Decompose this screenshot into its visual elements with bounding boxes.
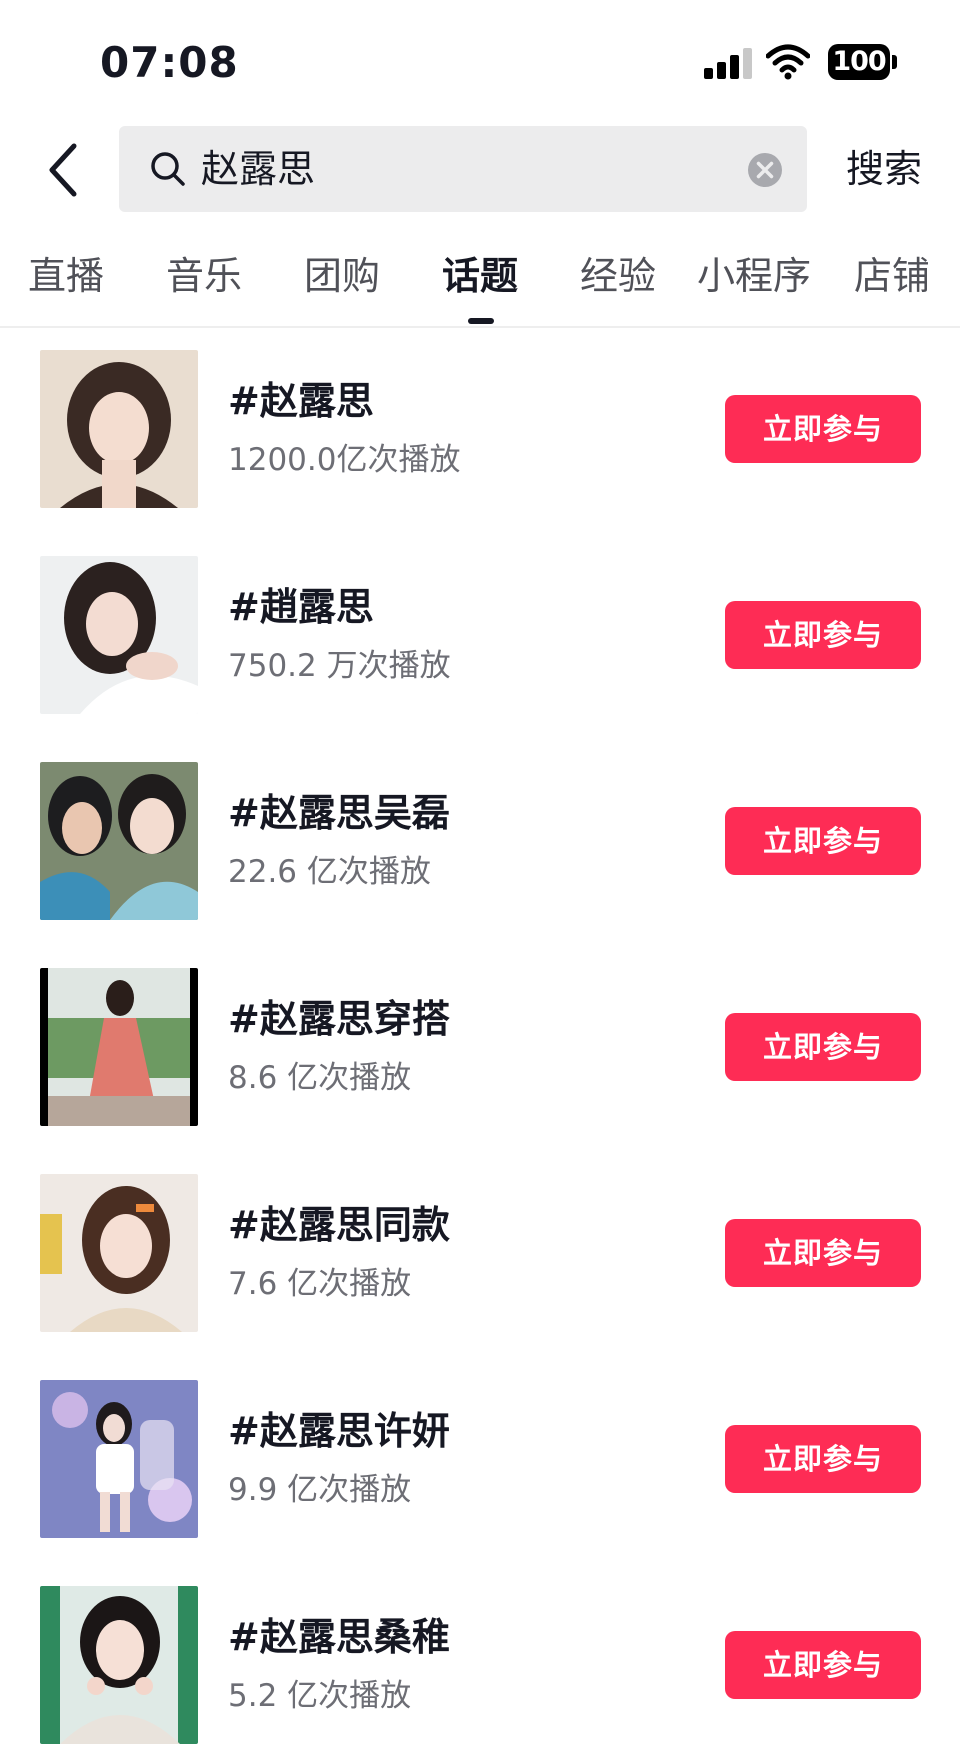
topic-play-count: 7.6 亿次播放	[228, 1266, 412, 1302]
divider	[0, 326, 960, 328]
topic-thumbnail[interactable]	[40, 762, 198, 920]
search-input[interactable]: 赵露思	[119, 126, 807, 212]
search-category-tabs: 直播 音乐 团购 话题 经验 小程序 店铺	[0, 252, 960, 328]
topic-row[interactable]: #赵露思许妍 9.9 亿次播放 立即参与	[0, 1380, 960, 1540]
topic-thumbnail[interactable]	[40, 1380, 198, 1538]
tab-experience[interactable]: 经验	[580, 252, 656, 300]
topic-title[interactable]: #趙露思	[228, 584, 374, 630]
search-query-text[interactable]: 赵露思	[201, 146, 315, 192]
topic-play-count: 9.9 亿次播放	[228, 1472, 412, 1508]
topic-title[interactable]: #赵露思同款	[228, 1202, 450, 1248]
join-topic-button[interactable]: 立即参与	[725, 1631, 921, 1699]
topic-thumbnail[interactable]	[40, 1586, 198, 1744]
join-topic-button[interactable]: 立即参与	[725, 1013, 921, 1081]
search-button[interactable]: 搜索	[846, 146, 922, 192]
join-topic-button[interactable]: 立即参与	[725, 395, 921, 463]
topic-title[interactable]: #赵露思桑稚	[228, 1614, 450, 1660]
join-topic-button[interactable]: 立即参与	[725, 601, 921, 669]
clear-icon[interactable]	[747, 152, 783, 188]
topic-row[interactable]: #赵露思吴磊 22.6 亿次播放 立即参与	[0, 762, 960, 922]
topic-title[interactable]: #赵露思穿搭	[228, 996, 450, 1042]
topic-row[interactable]: #赵露思同款 7.6 亿次播放 立即参与	[0, 1174, 960, 1334]
topic-play-count: 1200.0亿次播放	[228, 442, 461, 478]
active-tab-indicator	[468, 318, 494, 324]
join-topic-button[interactable]: 立即参与	[725, 1425, 921, 1493]
topic-row[interactable]: #赵露思穿搭 8.6 亿次播放 立即参与	[0, 968, 960, 1128]
battery-level: 100	[828, 44, 890, 80]
topic-row[interactable]: #赵露思 1200.0亿次播放 立即参与	[0, 350, 960, 510]
topic-title[interactable]: #赵露思许妍	[228, 1408, 450, 1454]
status-time: 07:08	[100, 38, 239, 87]
status-bar: 07:08 100	[0, 0, 960, 120]
topic-play-count: 5.2 亿次播放	[228, 1678, 412, 1714]
tab-stores[interactable]: 店铺	[854, 252, 930, 300]
topic-thumbnail[interactable]	[40, 968, 198, 1126]
topic-row[interactable]: #趙露思 750.2 万次播放 立即参与	[0, 556, 960, 716]
tab-group-buy[interactable]: 团购	[304, 252, 380, 300]
battery-icon: 100	[828, 44, 898, 82]
topic-thumbnail[interactable]	[40, 350, 198, 508]
tab-topics[interactable]: 话题	[442, 252, 518, 300]
topic-play-count: 750.2 万次播放	[228, 648, 451, 684]
topic-title[interactable]: #赵露思吴磊	[228, 790, 450, 836]
tab-music[interactable]: 音乐	[166, 252, 242, 300]
cellular-signal-icon	[704, 48, 752, 79]
topic-title[interactable]: #赵露思	[228, 378, 374, 424]
topic-play-count: 8.6 亿次播放	[228, 1060, 412, 1096]
wifi-icon	[766, 44, 810, 80]
tab-live[interactable]: 直播	[28, 252, 104, 300]
topic-row[interactable]: #赵露思桑稚 5.2 亿次播放 立即参与	[0, 1586, 960, 1746]
search-icon	[151, 152, 185, 186]
topic-play-count: 22.6 亿次播放	[228, 854, 431, 890]
join-topic-button[interactable]: 立即参与	[725, 1219, 921, 1287]
topic-thumbnail[interactable]	[40, 1174, 198, 1332]
back-arrow-icon[interactable]	[40, 140, 92, 200]
tab-mini-programs[interactable]: 小程序	[697, 252, 811, 300]
join-topic-button[interactable]: 立即参与	[725, 807, 921, 875]
topic-thumbnail[interactable]	[40, 556, 198, 714]
